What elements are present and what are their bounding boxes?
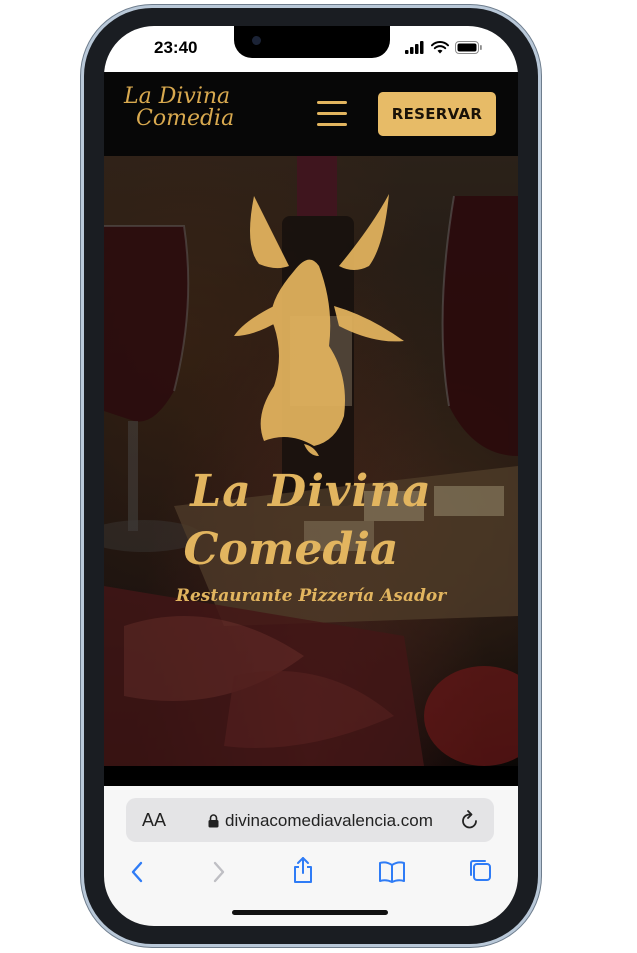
site-header: La Divina Comedia RESERVAR xyxy=(104,72,518,156)
hero-background xyxy=(104,156,518,766)
status-time: 23:40 xyxy=(154,38,198,57)
reload-icon[interactable] xyxy=(460,809,480,831)
logo-line2: Comedia xyxy=(136,106,235,131)
hamburger-menu-icon[interactable] xyxy=(317,101,347,127)
text-size-button[interactable]: AA xyxy=(142,810,166,831)
phone-screen: 23:40 La Divina Comedia RESERVAR La Divi… xyxy=(104,26,518,926)
site-logo[interactable]: La Divina Comedia xyxy=(124,86,234,130)
lock-icon xyxy=(208,814,219,828)
hero-title-line2: Comedia xyxy=(183,524,399,575)
hero-subtitle: Restaurante Pizzería Asador xyxy=(175,586,447,606)
battery-icon xyxy=(455,41,482,54)
wifi-icon xyxy=(431,41,449,54)
url-display[interactable]: divinacomediavalencia.com xyxy=(208,811,433,831)
tabs-icon[interactable] xyxy=(468,858,492,882)
chevron-right-icon[interactable] xyxy=(212,860,226,884)
address-bar[interactable]: AA divinacomediavalencia.com xyxy=(126,798,494,842)
chevron-left-icon[interactable] xyxy=(130,860,144,884)
url-text: divinacomediavalencia.com xyxy=(225,811,433,830)
status-icons xyxy=(405,41,482,54)
notch xyxy=(234,26,390,58)
status-bar: 23:40 xyxy=(104,26,518,72)
signal-icon xyxy=(405,41,424,54)
home-indicator[interactable] xyxy=(232,910,388,915)
hero-title-line1: La Divina xyxy=(190,466,432,517)
power-button xyxy=(538,262,542,362)
reserve-button[interactable]: RESERVAR xyxy=(378,92,496,136)
share-icon[interactable] xyxy=(292,856,314,884)
hero-section: La Divina Comedia Restaurante Pizzería A… xyxy=(104,156,518,766)
camera-icon xyxy=(252,36,261,45)
book-icon[interactable] xyxy=(378,860,406,884)
browser-toolbar: AA divinacomediavalencia.com xyxy=(104,786,518,926)
